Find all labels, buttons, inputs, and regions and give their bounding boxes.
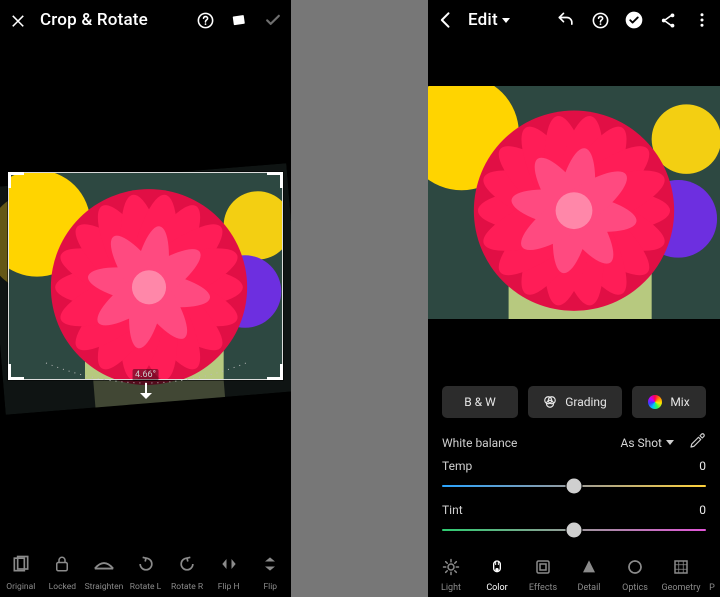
bw-toggle[interactable]: B & W	[442, 386, 518, 418]
tab-color[interactable]: Color	[474, 555, 520, 593]
tab-more[interactable]: P	[704, 555, 720, 593]
crop-rotate-screen: Crop & Rotate	[0, 0, 291, 597]
tool-locked[interactable]: Locked	[42, 551, 84, 593]
tab-light[interactable]: Light	[428, 555, 474, 593]
color-wheel-icon	[648, 395, 662, 409]
share-icon[interactable]	[658, 10, 678, 30]
tool-rotate-left[interactable]: Rotate L	[125, 551, 167, 593]
tool-flip-v[interactable]: Flip	[249, 551, 291, 593]
crop-tools: Original Locked Straighten Rotate L Rota…	[0, 537, 291, 597]
more-icon[interactable]	[692, 10, 712, 30]
tab-detail[interactable]: Detail	[566, 555, 612, 593]
confirm-circle-icon[interactable]	[624, 10, 644, 30]
crop-handle-bl[interactable]	[8, 364, 24, 380]
tab-optics[interactable]: Optics	[612, 555, 658, 593]
tab-effects[interactable]: Effects	[520, 555, 566, 593]
confirm-icon[interactable]	[263, 10, 283, 30]
temp-value: 0	[699, 459, 706, 473]
white-balance-dropdown[interactable]: As Shot	[620, 436, 674, 450]
tool-straighten[interactable]: Straighten	[83, 551, 125, 593]
tool-flip-h[interactable]: Flip H	[208, 551, 250, 593]
back-icon[interactable]	[436, 10, 456, 30]
edit-topbar: Edit	[428, 0, 720, 40]
crop-handle-tl[interactable]	[8, 172, 24, 188]
undo-icon[interactable]	[556, 10, 576, 30]
tab-geometry[interactable]: Geometry	[658, 555, 704, 593]
crop-topbar: Crop & Rotate	[0, 0, 291, 40]
tint-slider[interactable]	[442, 519, 706, 541]
crop-canvas[interactable]: 4.66°	[0, 40, 291, 537]
crop-handle-tr[interactable]	[267, 172, 283, 188]
mix-button[interactable]: Mix	[632, 386, 706, 418]
tint-value: 0	[699, 503, 706, 517]
edit-title[interactable]: Edit	[468, 10, 510, 30]
crop-frame[interactable]	[8, 172, 283, 380]
photo-cropped	[9, 173, 282, 379]
crop-handle-br[interactable]	[267, 364, 283, 380]
eyedropper-icon[interactable]	[688, 432, 706, 453]
aspect-icon[interactable]	[229, 10, 249, 30]
close-icon[interactable]	[8, 10, 28, 30]
grading-button[interactable]: Grading	[528, 386, 622, 418]
tint-label: Tint	[442, 503, 463, 517]
white-balance-label: White balance	[442, 436, 517, 450]
help-icon[interactable]	[590, 10, 610, 30]
help-icon[interactable]	[195, 10, 215, 30]
tool-rotate-right[interactable]: Rotate R	[166, 551, 208, 593]
crop-title: Crop & Rotate	[40, 10, 148, 30]
color-panel: B & W Grading Mix White balance As Shot …	[428, 370, 720, 543]
edit-tabs: Light Color Effects Detail Optics Geomet…	[428, 543, 720, 597]
edit-preview[interactable]	[428, 86, 720, 319]
tool-original[interactable]: Original	[0, 551, 42, 593]
temp-slider[interactable]	[442, 475, 706, 497]
temp-label: Temp	[442, 459, 472, 473]
edit-screen: Edit	[428, 0, 720, 597]
